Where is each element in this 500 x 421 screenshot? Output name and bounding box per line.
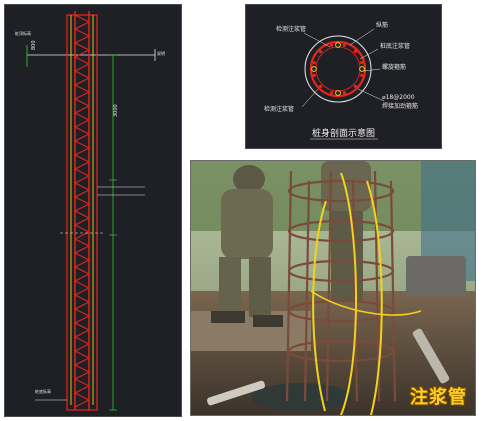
main-bar-dot bbox=[360, 73, 364, 77]
leader-main-bar bbox=[349, 28, 375, 46]
leader-detect-top bbox=[303, 32, 331, 48]
photo-caption: 注浆管 bbox=[410, 387, 467, 408]
label-rebar-spec: ⌀18@2000 bbox=[382, 94, 415, 101]
construction-photo: 注浆管 bbox=[190, 160, 476, 416]
note-side: 说明 bbox=[157, 50, 165, 56]
dim-mid-text: 3000 bbox=[113, 104, 119, 117]
main-bar-dots bbox=[312, 43, 364, 95]
label-stirrup: 螺旋箍筋 bbox=[382, 63, 406, 71]
main-bar-dot bbox=[342, 91, 346, 95]
note-bottom-level: 桩底标高 bbox=[35, 388, 51, 394]
photo-illustration bbox=[191, 161, 475, 415]
cross-section-drawing: 检测注浆管 纵筋 桩底注浆管 螺旋箍筋 检测注浆管 ⌀18@2000 焊接加劲箍… bbox=[245, 4, 442, 149]
main-bar-dot bbox=[360, 61, 364, 65]
pile-elevation-svg: 桩顶标高 说明 800 3000 桩底标高 bbox=[15, 11, 165, 411]
main-bar-dot bbox=[353, 84, 357, 88]
main-bar-dot bbox=[319, 50, 323, 54]
main-bar-dot bbox=[330, 43, 334, 47]
leader-stirrup bbox=[363, 68, 381, 72]
machine-part bbox=[406, 256, 466, 296]
main-bar-dot bbox=[312, 61, 316, 65]
pile-outer-circle bbox=[304, 35, 372, 103]
leader-detect-bottom bbox=[301, 88, 319, 108]
cross-section-svg: 检测注浆管 纵筋 桩底注浆管 螺旋箍筋 检测注浆管 ⌀18@2000 焊接加劲箍… bbox=[264, 21, 418, 140]
stirrup-circle bbox=[309, 40, 367, 98]
label-hoop: 焊接加劲箍筋 bbox=[382, 102, 418, 110]
leader-hoop bbox=[357, 88, 385, 102]
pile-elevation-drawing: 桩顶标高 说明 800 3000 桩底标高 bbox=[4, 4, 182, 417]
label-detect-pipe-top: 检测注浆管 bbox=[276, 25, 306, 33]
water-pit bbox=[251, 383, 351, 411]
note-top-level: 桩顶标高 bbox=[15, 30, 31, 36]
main-bar-dot bbox=[342, 43, 346, 47]
spiral-stirrup bbox=[73, 14, 91, 408]
hoop-circle bbox=[315, 46, 361, 92]
main-bar-dot bbox=[319, 84, 323, 88]
main-bar-dot bbox=[312, 73, 316, 77]
label-detect-pipe-bottom: 检测注浆管 bbox=[264, 105, 294, 113]
dim-top-text: 800 bbox=[31, 40, 37, 50]
label-grout-pipe: 桩底注浆管 bbox=[380, 42, 410, 50]
cross-section-title: 桩身剖面示意图 bbox=[312, 127, 375, 139]
main-bar-dot bbox=[330, 91, 334, 95]
main-bar-dot bbox=[353, 50, 357, 54]
label-main-bar: 纵筋 bbox=[376, 21, 388, 29]
